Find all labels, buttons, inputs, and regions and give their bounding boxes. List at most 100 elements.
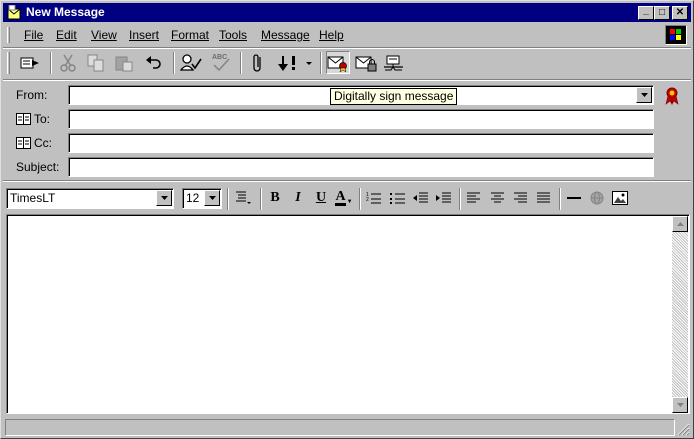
align-right-button[interactable]: [511, 189, 531, 207]
horizontal-line-button[interactable]: [564, 189, 584, 207]
security-certificate-icon[interactable]: [664, 87, 680, 105]
scroll-up-button[interactable]: [672, 216, 688, 232]
message-body[interactable]: [6, 214, 690, 414]
send-button[interactable]: [18, 51, 42, 74]
font-name-select[interactable]: TimesLT: [6, 188, 174, 209]
numbered-list-icon: 1 2: [366, 192, 381, 204]
from-dropdown-button[interactable]: [636, 87, 652, 103]
bold-button[interactable]: B: [265, 189, 285, 207]
menu-format[interactable]: Format: [171, 28, 209, 42]
to-field[interactable]: [68, 109, 654, 129]
work-offline-button[interactable]: [382, 51, 406, 74]
resize-grip-icon[interactable]: [677, 423, 690, 436]
chevron-down-icon: [208, 196, 216, 200]
toolbar-separator: [320, 52, 322, 74]
menu-view[interactable]: View: [91, 28, 117, 42]
toolbar-separator: [50, 52, 52, 74]
justify-icon: [537, 192, 550, 203]
menu-help[interactable]: Help: [319, 28, 344, 42]
vertical-scrollbar[interactable]: [672, 216, 688, 413]
encrypt-icon: [355, 56, 377, 71]
digitally-sign-button[interactable]: [326, 51, 350, 74]
arrow-up-icon: [676, 222, 684, 226]
format-separator: [359, 188, 361, 210]
main-toolbar: ABC: [3, 49, 691, 77]
underline-button[interactable]: U: [311, 189, 331, 207]
spelling-button[interactable]: ABC: [209, 51, 233, 74]
close-icon: ✕: [675, 7, 685, 18]
spelling-icon: ABC: [210, 54, 232, 72]
justify-button[interactable]: [534, 189, 554, 207]
chevron-down-icon: ▼: [346, 199, 353, 205]
increase-indent-button[interactable]: [434, 189, 454, 207]
priority-icon: [278, 55, 312, 71]
picture-icon: [612, 191, 628, 205]
menu-grip[interactable]: [7, 27, 10, 43]
menu-bar: File Edit View Insert Format Tools Messa…: [3, 24, 691, 46]
paragraph-style-button[interactable]: [233, 189, 253, 207]
attach-button[interactable]: [246, 51, 270, 74]
numbered-list-button[interactable]: 1 2: [364, 189, 384, 207]
checkmark-icon: [213, 57, 230, 71]
window-title: New Message: [26, 5, 105, 19]
chevron-down-icon: [160, 196, 168, 200]
chevron-down-icon: [640, 93, 648, 97]
minimize-button[interactable]: _: [638, 5, 654, 20]
cc-field[interactable]: [68, 133, 654, 153]
align-left-button[interactable]: [464, 189, 484, 207]
encrypt-button[interactable]: [354, 51, 378, 74]
paragraph-style-icon: [236, 191, 251, 204]
font-color-button[interactable]: A ▼: [333, 189, 355, 207]
font-size-dropdown-button[interactable]: [204, 190, 220, 206]
insert-link-button[interactable]: [587, 189, 607, 207]
arrow-down-icon: [676, 403, 684, 407]
paste-icon: [115, 56, 133, 71]
decrease-indent-button[interactable]: [411, 189, 431, 207]
menu-tools[interactable]: Tools: [219, 28, 247, 42]
font-color-icon: A: [335, 189, 346, 206]
align-right-icon: [514, 192, 527, 203]
send-icon: [20, 57, 39, 68]
copy-icon: [87, 54, 104, 71]
svg-text:2: 2: [366, 197, 369, 203]
cc-label[interactable]: Cc:: [16, 136, 52, 150]
menu-message[interactable]: Message: [261, 28, 310, 42]
format-separator: [227, 188, 229, 210]
format-separator: [559, 188, 561, 210]
minimize-icon: _: [643, 5, 649, 16]
italic-button[interactable]: I: [288, 189, 308, 207]
menu-insert[interactable]: Insert: [129, 28, 159, 42]
bulleted-list-button[interactable]: [388, 189, 408, 207]
insert-picture-button[interactable]: [610, 189, 630, 207]
offline-icon: [384, 55, 403, 70]
format-separator: [459, 188, 461, 210]
cut-button[interactable]: [56, 51, 80, 74]
message-window: New Message _ □ ✕ File Edit View Insert …: [0, 0, 694, 439]
status-bar: [3, 418, 691, 437]
align-center-button[interactable]: [488, 189, 508, 207]
title-bar[interactable]: New Message _ □ ✕: [3, 3, 691, 22]
menu-file[interactable]: File: [24, 28, 43, 42]
priority-button[interactable]: [274, 51, 314, 74]
subject-field[interactable]: [68, 157, 654, 177]
undo-button[interactable]: [142, 51, 166, 74]
globe-link-icon: [590, 191, 604, 205]
check-names-icon: [180, 53, 202, 71]
toolbar-grip[interactable]: [7, 52, 10, 74]
maximize-icon: □: [658, 7, 666, 18]
menu-edit[interactable]: Edit: [56, 28, 77, 42]
toolbar-separator-bottom: [3, 79, 691, 81]
font-name-dropdown-button[interactable]: [156, 190, 172, 206]
maximize-button[interactable]: □: [654, 6, 670, 20]
scroll-down-button[interactable]: [672, 397, 688, 413]
paste-button[interactable]: [112, 51, 136, 74]
cut-icon: [60, 54, 76, 72]
close-button[interactable]: ✕: [672, 6, 688, 20]
to-label[interactable]: To:: [16, 112, 50, 126]
copy-button[interactable]: [84, 51, 108, 74]
toolbar-separator: [240, 52, 242, 74]
check-names-button[interactable]: [179, 51, 203, 74]
from-label: From:: [16, 88, 48, 102]
subject-label: Subject:: [16, 160, 60, 174]
new-message-icon: [7, 5, 21, 20]
